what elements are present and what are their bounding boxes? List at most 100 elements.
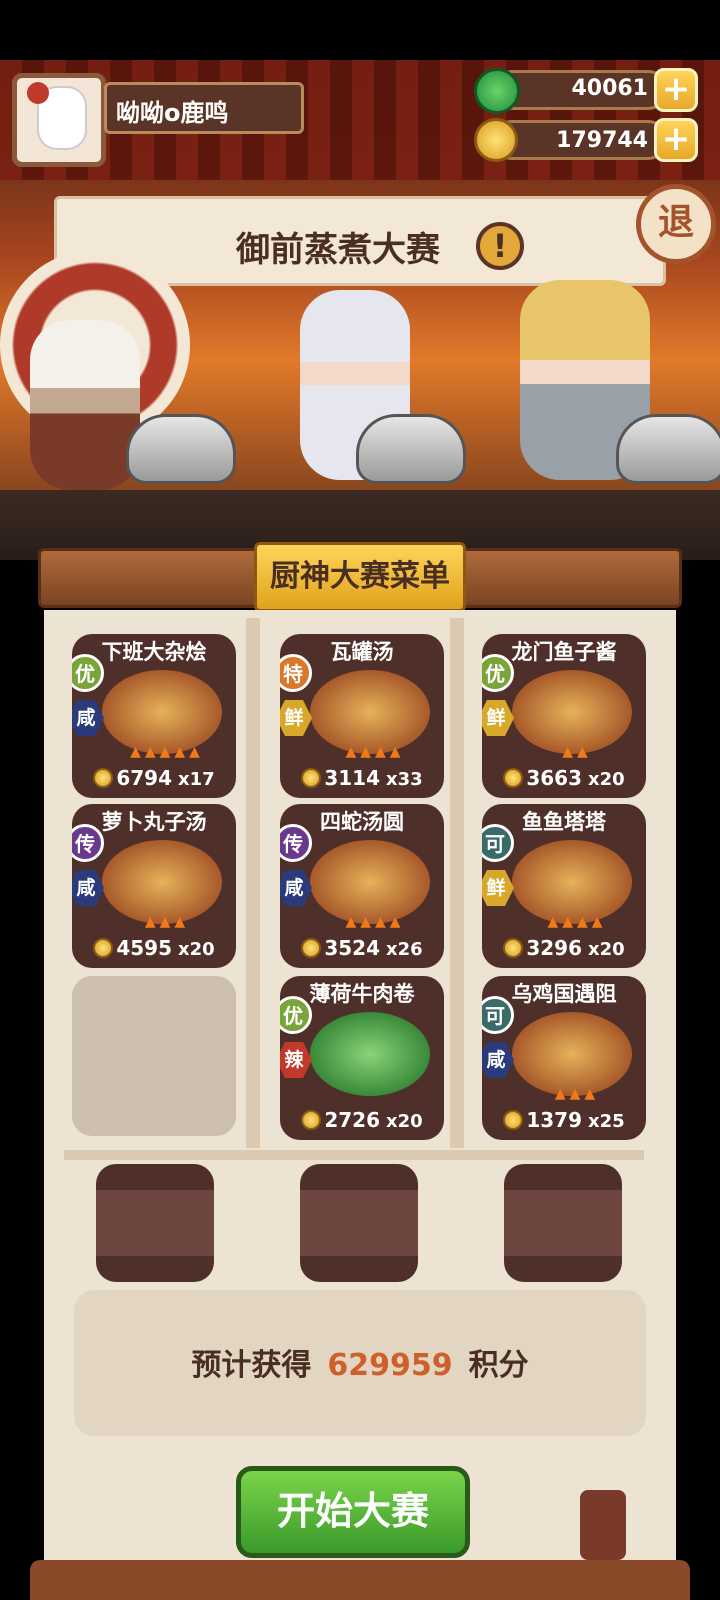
dish-multiplier: x26 xyxy=(386,939,423,960)
player-name: 呦呦o鹿鸣 xyxy=(116,99,229,127)
heat-flames-icon: ▲▲▲▲ xyxy=(345,914,405,930)
cooking-pot xyxy=(126,414,236,484)
flavor-badge: 鲜 xyxy=(482,870,514,906)
dish-image xyxy=(512,1012,632,1096)
add-jade-button[interactable]: + xyxy=(654,68,698,112)
add-coin-button[interactable]: + xyxy=(654,118,698,162)
coin-icon xyxy=(93,938,114,958)
dish-price: 2726 xyxy=(324,1108,380,1132)
selected-dish-slot[interactable] xyxy=(96,1164,214,1282)
dish-price-row: 3663 x20 xyxy=(482,766,646,790)
dish-price-row: 4595 x20 xyxy=(72,936,236,960)
flavor-badge: 咸 xyxy=(280,870,312,906)
estimate-suffix: 积分 xyxy=(468,1348,529,1383)
grade-badge: 优 xyxy=(72,654,104,692)
coin-icon xyxy=(503,938,524,958)
dish-card[interactable]: 龙门鱼子酱 优 鲜 ▲▲ 3663 x20 xyxy=(482,634,646,798)
estimate-value: 629959 xyxy=(327,1348,453,1383)
flavor-badge: 咸 xyxy=(72,870,104,906)
dish-multiplier: x20 xyxy=(386,1111,423,1132)
dish-image xyxy=(310,670,430,754)
selected-dish-slot[interactable] xyxy=(300,1164,418,1282)
coin-icon xyxy=(503,768,524,788)
coin-icon xyxy=(301,938,322,958)
heat-flames-icon: ▲▲▲ xyxy=(144,914,190,930)
menu-title: 厨神大赛菜单 xyxy=(254,542,466,612)
dish-price: 3114 xyxy=(324,766,380,790)
jade-value: 40061 xyxy=(571,76,648,101)
coin-icon xyxy=(301,768,322,788)
dish-price: 3296 xyxy=(526,936,582,960)
dish-card[interactable]: 瓦罐汤 特 鲜 ▲▲▲▲ 3114 x33 xyxy=(280,634,444,798)
bottom-frame xyxy=(30,1560,690,1600)
flavor-badge: 鲜 xyxy=(482,700,514,736)
avatar-hair-ornament xyxy=(27,82,49,104)
dish-price-row: 1379 x25 xyxy=(482,1108,646,1132)
coin-icon xyxy=(301,1110,322,1130)
dish-image xyxy=(310,840,430,924)
coin-icon xyxy=(503,1110,524,1130)
dish-card[interactable]: 鱼鱼塔塔 可 鲜 ▲▲▲▲ 3296 x20 xyxy=(482,804,646,968)
dish-price: 3663 xyxy=(526,766,582,790)
utensil-holder-icon xyxy=(580,1490,626,1560)
heat-flames-icon: ▲▲▲▲ xyxy=(547,914,607,930)
dish-price-row: 3114 x33 xyxy=(280,766,444,790)
grade-badge: 特 xyxy=(280,654,312,692)
dish-price-row: 6794 x17 xyxy=(72,766,236,790)
coin-icon xyxy=(93,768,114,788)
dish-card[interactable]: 四蛇汤圆 传 咸 ▲▲▲▲ 3524 x26 xyxy=(280,804,444,968)
status-bar xyxy=(0,0,720,60)
estimate-text: 预计获得 629959 积分 xyxy=(74,1340,646,1384)
dish-image xyxy=(512,840,632,924)
flavor-badge: 鲜 xyxy=(280,700,312,736)
exit-button[interactable]: 退 xyxy=(636,184,716,264)
selected-dish-slot[interactable] xyxy=(504,1164,622,1282)
grade-badge: 优 xyxy=(482,654,514,692)
dish-image xyxy=(512,670,632,754)
coin-value: 179744 xyxy=(556,128,648,153)
dish-card[interactable]: 下班大杂烩 优 咸 ▲▲▲▲▲ 6794 x17 xyxy=(72,634,236,798)
event-title: 御前蒸煮大赛 xyxy=(236,230,440,270)
heat-flames-icon: ▲▲▲▲ xyxy=(345,744,405,760)
grade-badge: 可 xyxy=(482,996,514,1034)
flavor-badge: 咸 xyxy=(482,1042,514,1078)
dish-card[interactable]: 乌鸡国遇阻 可 咸 ▲▲▲ 1379 x25 xyxy=(482,976,646,1140)
row-divider xyxy=(64,1150,644,1160)
dish-price: 1379 xyxy=(526,1108,582,1132)
heat-flames-icon: ▲▲▲ xyxy=(554,1086,600,1102)
dish-price: 3524 xyxy=(324,936,380,960)
flavor-badge: 辣 xyxy=(280,1042,312,1078)
estimate-prefix: 预计获得 xyxy=(191,1348,312,1383)
cooking-pot xyxy=(356,414,466,484)
dish-multiplier: x17 xyxy=(178,769,215,790)
info-icon[interactable]: ! xyxy=(476,222,524,270)
dish-image xyxy=(102,840,222,924)
cooking-pot xyxy=(616,414,720,484)
heat-flames-icon: ▲▲ xyxy=(562,744,592,760)
dish-price: 4595 xyxy=(116,936,172,960)
dish-multiplier: x20 xyxy=(588,939,625,960)
grade-badge: 优 xyxy=(280,996,312,1034)
column-divider xyxy=(246,618,260,1148)
flavor-badge: 咸 xyxy=(72,700,104,736)
dish-price-row: 2726 x20 xyxy=(280,1108,444,1132)
player-avatar[interactable] xyxy=(12,73,106,167)
empty-dish-slot xyxy=(72,976,236,1136)
dish-image xyxy=(310,1012,430,1096)
dish-image xyxy=(102,670,222,754)
grade-badge: 传 xyxy=(280,824,312,862)
dish-card[interactable]: 薄荷牛肉卷 优 辣 2726 x20 xyxy=(280,976,444,1140)
dish-multiplier: x20 xyxy=(588,769,625,790)
grade-badge: 可 xyxy=(482,824,514,862)
dish-multiplier: x33 xyxy=(386,769,423,790)
start-contest-button[interactable]: 开始大赛 xyxy=(236,1466,470,1558)
chef-character-left[interactable] xyxy=(30,320,140,490)
column-divider xyxy=(450,618,464,1148)
grade-badge: 传 xyxy=(72,824,104,862)
dish-multiplier: x25 xyxy=(588,1111,625,1132)
dish-price-row: 3524 x26 xyxy=(280,936,444,960)
dish-card[interactable]: 萝卜丸子汤 传 咸 ▲▲▲ 4595 x20 xyxy=(72,804,236,968)
dish-price-row: 3296 x20 xyxy=(482,936,646,960)
dish-multiplier: x20 xyxy=(178,939,215,960)
heat-flames-icon: ▲▲▲▲▲ xyxy=(130,744,204,760)
